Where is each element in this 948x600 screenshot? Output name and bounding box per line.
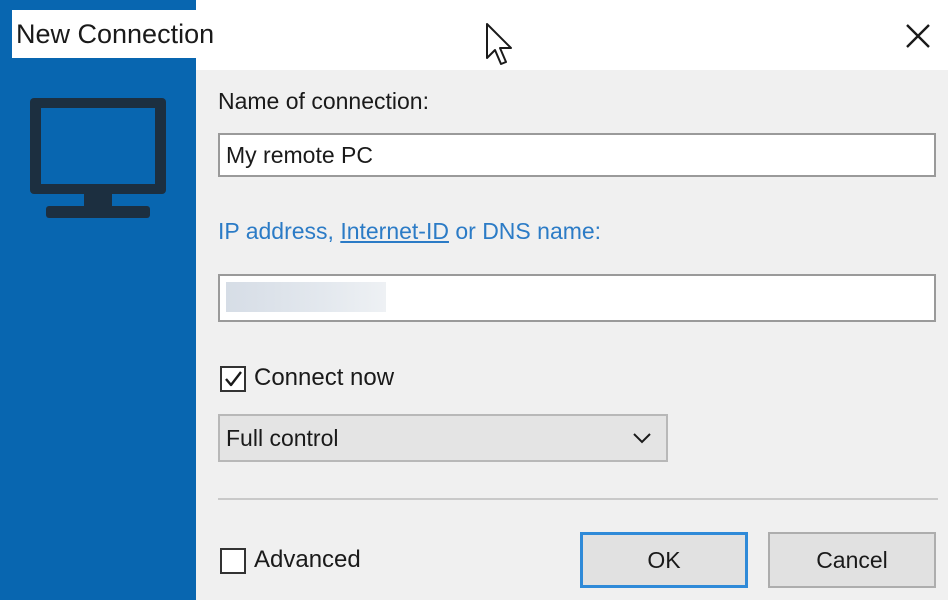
connection-name-input[interactable] (218, 133, 936, 177)
access-mode-value: Full control (226, 425, 339, 451)
new-connection-dialog: New Connection Name of connection: IP ad… (0, 0, 948, 600)
ip-label-suffix: or DNS name: (448, 218, 602, 244)
redacted-ip-value (226, 282, 386, 312)
title-bar-background (196, 0, 948, 70)
title-bar: New Connection (0, 0, 948, 70)
sidebar-panel (0, 0, 196, 600)
internet-id-link[interactable]: Internet-ID (340, 218, 449, 244)
monitor-icon (30, 98, 166, 218)
access-mode-select[interactable]: Full control (218, 414, 668, 462)
ip-label-prefix: IP address, (218, 218, 341, 244)
cancel-button[interactable]: Cancel (768, 532, 936, 588)
close-icon (906, 24, 930, 48)
divider (218, 498, 938, 500)
advanced-checkbox[interactable] (220, 548, 246, 574)
connect-now-checkbox[interactable] (220, 366, 246, 392)
chevron-down-icon (633, 433, 651, 444)
ip-address-label: IP address, Internet-ID or DNS name: (218, 218, 601, 245)
window-title: New Connection (12, 10, 219, 58)
close-button[interactable] (896, 14, 940, 58)
name-of-connection-label: Name of connection: (218, 88, 429, 114)
connect-now-label[interactable]: Connect now (254, 364, 394, 392)
check-mark-icon (225, 371, 242, 387)
mouse-cursor-icon (486, 23, 512, 65)
ok-button[interactable]: OK (580, 532, 748, 588)
advanced-label[interactable]: Advanced (254, 546, 361, 574)
